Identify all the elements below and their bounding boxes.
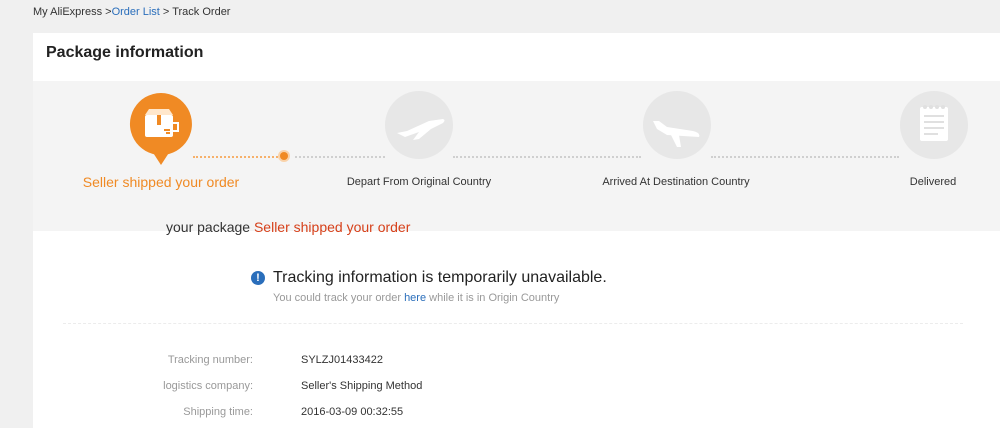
breadcrumb: My AliExpress >Order List > Track Order xyxy=(33,6,230,18)
breadcrumb-root[interactable]: My AliExpress > xyxy=(33,6,112,18)
notice-sub-suffix: while it is in Origin Country xyxy=(426,292,560,304)
notice-title: Tracking information is temporarily unav… xyxy=(273,269,607,286)
breadcrumb-separator: > xyxy=(159,6,173,18)
status-prefix: your package xyxy=(166,219,254,235)
package-status: your package Seller shipped your order xyxy=(166,219,410,235)
info-label: logistics company: xyxy=(163,380,253,392)
package-icon xyxy=(129,93,192,165)
progress-connector-done xyxy=(193,156,285,158)
progress-connector xyxy=(711,156,899,158)
divider xyxy=(63,323,963,324)
step-label: Delivered xyxy=(909,176,957,188)
progress-connector xyxy=(295,156,385,158)
info-icon: ! xyxy=(251,271,265,285)
info-label: Tracking number: xyxy=(167,354,253,366)
progress-current-marker xyxy=(280,152,288,160)
shipping-time-row: Shipping time: 2016-03-09 00:32:55 xyxy=(33,406,633,422)
package-info-panel: Package information Seller shipped your … xyxy=(33,33,1000,428)
info-label: Shipping time: xyxy=(183,406,253,418)
tracking-progress: Seller shipped your order Depart From Or… xyxy=(33,81,1000,231)
breadcrumb-current: Track Order xyxy=(172,6,231,18)
status-value: Seller shipped your order xyxy=(253,219,411,235)
step-label: Seller shipped your order xyxy=(82,174,240,190)
logistics-company-value: Seller's Shipping Method xyxy=(301,380,423,392)
step-label: Depart From Original Country xyxy=(346,176,492,188)
tracking-number-value: SYLZJ01433422 xyxy=(301,354,383,366)
notice-sub-prefix: You could track your order xyxy=(273,292,405,304)
plane-depart-icon xyxy=(397,119,445,140)
document-icon xyxy=(920,105,948,141)
track-here-link[interactable]: here xyxy=(404,292,426,304)
notice-subtext: You could track your order here while it… xyxy=(273,292,559,304)
logistics-company-row: logistics company: Seller's Shipping Met… xyxy=(33,380,633,396)
tracking-number-row: Tracking number: SYLZJ01433422 xyxy=(33,354,633,370)
breadcrumb-order-list-link[interactable]: Order List xyxy=(112,6,160,18)
page-title: Package information xyxy=(46,44,204,61)
plane-arrive-icon xyxy=(653,121,700,147)
progress-connector xyxy=(453,156,641,158)
step-label: Arrived At Destination Country xyxy=(602,176,750,188)
shipping-time-value: 2016-03-09 00:32:55 xyxy=(301,406,404,418)
